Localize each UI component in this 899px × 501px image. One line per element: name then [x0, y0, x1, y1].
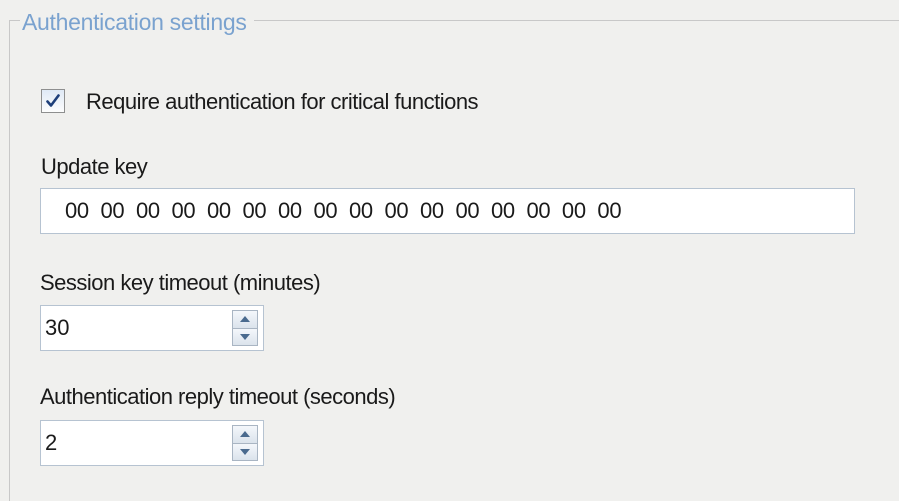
session-timeout-spinner[interactable]: 30 — [40, 305, 264, 351]
reply-timeout-down-button[interactable] — [232, 443, 258, 461]
arrow-up-icon — [240, 431, 250, 438]
require-auth-label[interactable]: Require authentication for critical func… — [86, 89, 479, 115]
require-auth-checkbox[interactable] — [41, 89, 65, 113]
session-timeout-label: Session key timeout (minutes) — [40, 270, 321, 295]
reply-timeout-label: Authentication reply timeout (seconds) — [40, 384, 396, 409]
arrow-up-icon — [240, 316, 250, 323]
update-key-label: Update key — [41, 154, 148, 179]
update-key-field[interactable]: 00 00 00 00 00 00 00 00 00 00 00 00 00 0… — [40, 188, 855, 234]
reply-timeout-value[interactable]: 2 — [45, 421, 57, 465]
session-timeout-down-button[interactable] — [232, 328, 258, 346]
arrow-down-icon — [240, 333, 250, 340]
group-title: Authentication settings — [20, 8, 254, 36]
reply-timeout-up-button[interactable] — [232, 425, 258, 444]
session-timeout-value[interactable]: 30 — [45, 306, 69, 350]
reply-timeout-spinner[interactable]: 2 — [40, 420, 264, 466]
arrow-down-icon — [240, 448, 250, 455]
check-icon — [46, 94, 60, 107]
session-timeout-up-button[interactable] — [232, 310, 258, 329]
